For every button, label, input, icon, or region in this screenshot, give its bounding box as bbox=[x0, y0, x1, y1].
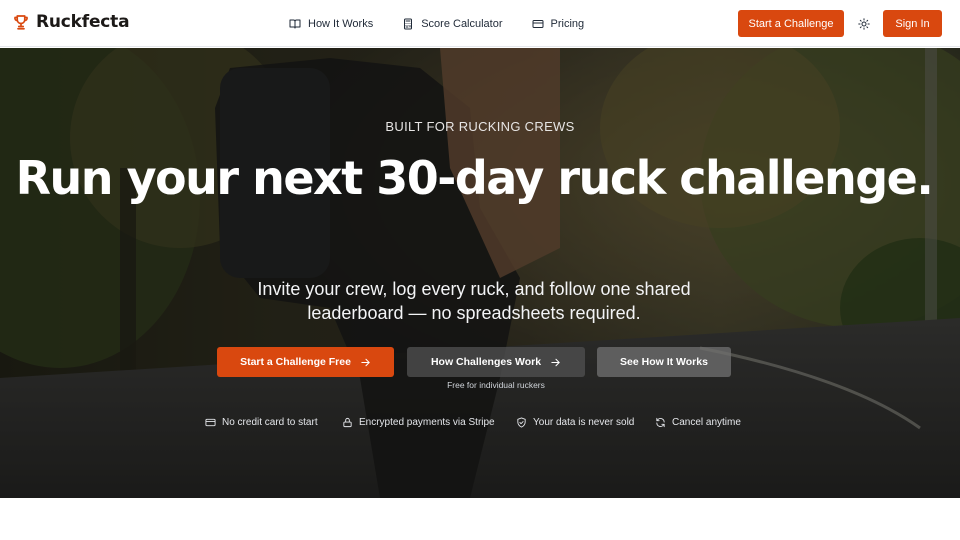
start-challenge-button[interactable]: Start a Challenge bbox=[738, 10, 844, 37]
brand[interactable]: Ruckfecta bbox=[12, 12, 130, 32]
credit-card-icon bbox=[205, 418, 216, 427]
hero-content: BUILT FOR RUCKING CREWS Run your next 30… bbox=[0, 48, 960, 498]
button-label: How Challenges Work bbox=[430, 356, 542, 368]
trust-item-cancel-anytime: Cancel anytime bbox=[655, 417, 741, 428]
trophy-icon bbox=[14, 15, 28, 30]
trust-badges: No credit card to start Encrypted paymen… bbox=[0, 417, 960, 431]
nav-label: Score Calculator bbox=[421, 17, 503, 30]
arrow-right-icon bbox=[551, 358, 560, 366]
hero-subhead-line-1: Invite your crew, log every ruck, and fo… bbox=[257, 279, 691, 299]
button-label: See How It Works bbox=[620, 356, 708, 368]
trust-label: Your data is never sold bbox=[533, 417, 635, 428]
hero-subhead-line-2: leaderboard — no spreadsheets required. bbox=[307, 303, 641, 323]
hero-cta-row: Start a Challenge Free How Challenges Wo… bbox=[0, 347, 960, 377]
how-challenges-work-button[interactable]: How Challenges Work bbox=[407, 347, 585, 377]
cta-note: Free for individual ruckers bbox=[447, 380, 545, 390]
nav-score-calculator[interactable]: Score Calculator bbox=[402, 17, 503, 30]
hero-subhead: Invite your crew, log every ruck, and fo… bbox=[0, 277, 948, 325]
lock-icon bbox=[343, 417, 352, 428]
trust-item-data-never-sold: Your data is never sold bbox=[516, 417, 634, 428]
calculator-icon bbox=[404, 18, 413, 29]
trust-label: Cancel anytime bbox=[672, 417, 741, 428]
nav-how-it-works[interactable]: How It Works bbox=[289, 18, 373, 30]
main-nav: How It Works Score Calculator Pricing bbox=[289, 0, 613, 47]
trust-label: No credit card to start bbox=[222, 417, 318, 428]
hero-headline: Run your next 30-day ruck challenge. bbox=[15, 151, 934, 205]
trust-item-encrypted-payments: Encrypted payments via Stripe bbox=[342, 417, 495, 428]
nav-label: How It Works bbox=[308, 17, 374, 30]
hero-section: BUILT FOR RUCKING CREWS Run your next 30… bbox=[0, 48, 960, 498]
credit-card-icon bbox=[532, 19, 544, 28]
brand-name: Ruckfecta bbox=[36, 12, 130, 32]
nav-pricing[interactable]: Pricing bbox=[532, 17, 585, 30]
theme-toggle[interactable] bbox=[855, 15, 872, 32]
trust-label: Encrypted payments via Stripe bbox=[359, 417, 495, 428]
hero-eyebrow: BUILT FOR RUCKING CREWS bbox=[385, 119, 575, 134]
sign-in-button[interactable]: Sign In bbox=[883, 10, 942, 37]
book-open-icon bbox=[289, 19, 301, 28]
refresh-icon bbox=[656, 417, 665, 428]
nav-label: Pricing bbox=[550, 17, 585, 30]
shield-check-icon bbox=[517, 417, 526, 428]
sun-icon bbox=[857, 17, 870, 30]
see-how-it-works-button[interactable]: See How It Works bbox=[597, 347, 731, 377]
button-label: Start a Challenge Free bbox=[240, 356, 351, 368]
top-navbar: Ruckfecta How It Works Score Calculator bbox=[0, 0, 960, 47]
trust-item-no-credit-card: No credit card to start bbox=[205, 417, 318, 428]
start-challenge-free-button[interactable]: Start a Challenge Free bbox=[217, 347, 394, 377]
arrow-right-icon bbox=[361, 358, 370, 366]
